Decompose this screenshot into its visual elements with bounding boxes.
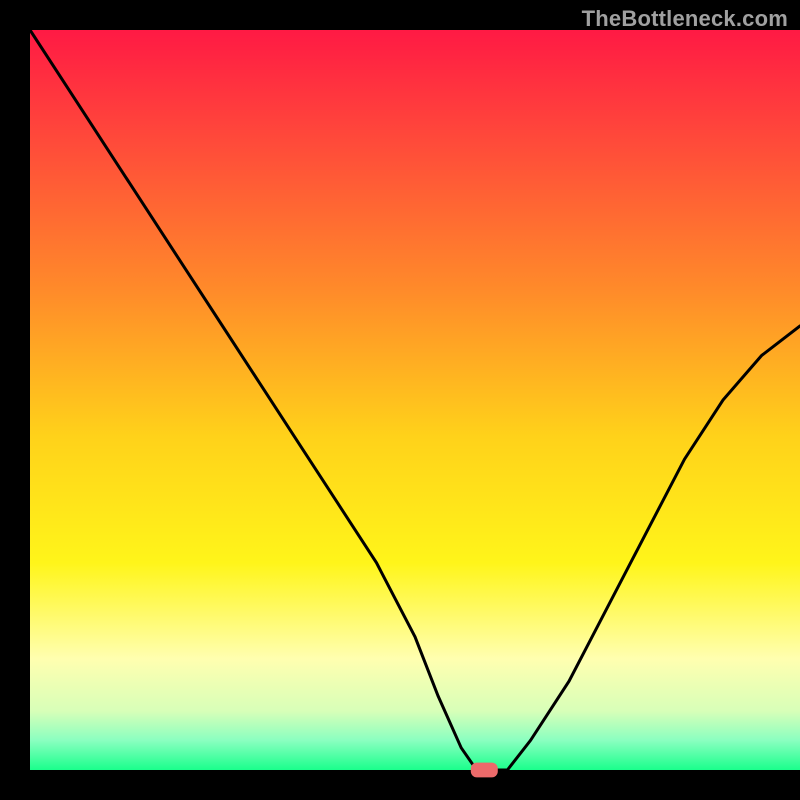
watermark-text: TheBottleneck.com — [582, 6, 788, 32]
optimum-marker — [471, 763, 498, 778]
plot-background — [30, 30, 800, 770]
bottleneck-chart — [0, 0, 800, 800]
